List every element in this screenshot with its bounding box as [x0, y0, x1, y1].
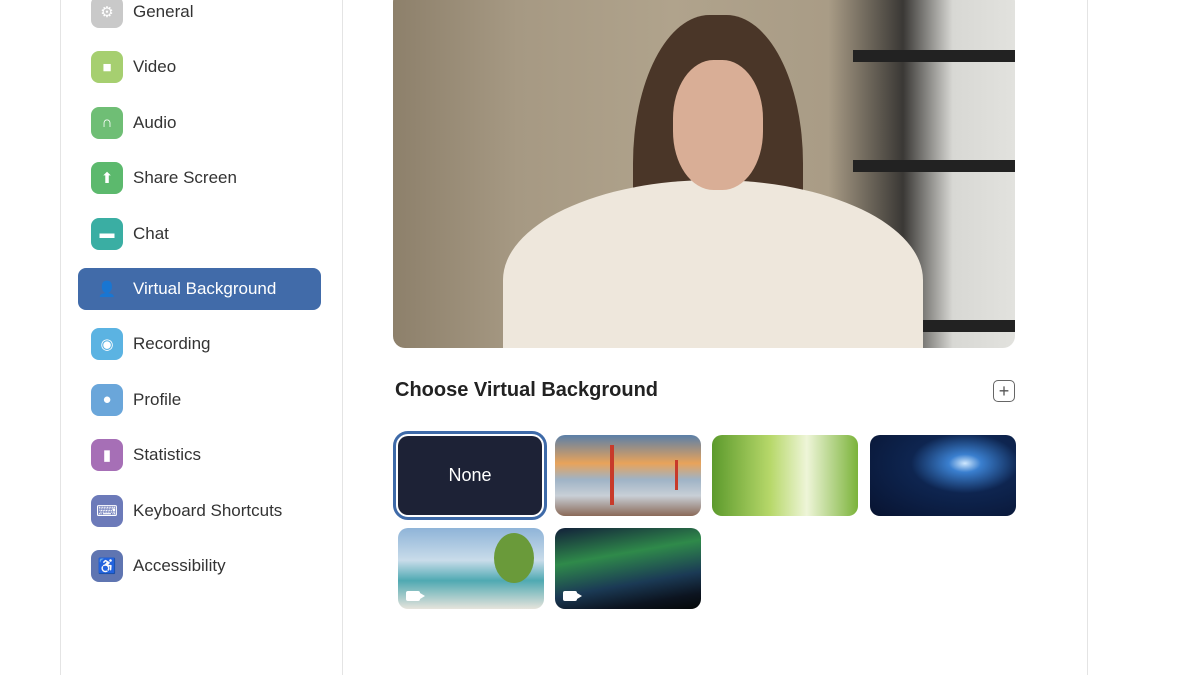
sidebar-item-virtual-background[interactable]: 👤 Virtual Background: [78, 268, 321, 310]
virtual-background-icon: 👤: [97, 281, 117, 298]
add-background-button[interactable]: +: [993, 380, 1015, 402]
keyboard-icon: ⌨: [91, 494, 123, 527]
background-aurora[interactable]: [555, 528, 701, 609]
sidebar-item-label: Chat: [133, 223, 169, 243]
video-camera-icon: ■: [91, 51, 123, 84]
sidebar-item-share-screen[interactable]: ⬆ Share Screen: [78, 157, 321, 199]
sidebar-item-label: General: [133, 2, 194, 21]
sidebar-item-label: Video: [133, 57, 177, 77]
background-grass[interactable]: [712, 435, 858, 516]
background-none-label: None: [448, 465, 492, 485]
background-beach-palm[interactable]: [398, 528, 544, 609]
video-icon: [406, 591, 425, 601]
sidebar-item-profile[interactable]: ● Profile: [78, 379, 321, 421]
person-body: [503, 180, 923, 348]
window-border: [1087, 0, 1088, 675]
chat-icon: ▬: [91, 217, 123, 250]
camera-preview: [393, 0, 1015, 348]
sidebar-item-label: Share Screen: [133, 168, 237, 188]
person-face: [673, 60, 763, 190]
video-icon: [563, 591, 582, 601]
sidebar-item-label: Statistics: [133, 445, 202, 465]
share-screen-icon: ⬆: [91, 162, 123, 195]
headphones-icon: ∩: [91, 106, 123, 139]
sidebar-item-audio[interactable]: ∩ Audio: [78, 102, 321, 144]
plus-icon: +: [998, 381, 1010, 401]
section-title: Choose Virtual Background: [395, 379, 659, 401]
sidebar-item-chat[interactable]: ▬ Chat: [78, 213, 321, 255]
accessibility-icon: ♿: [91, 550, 123, 582]
profile-icon: ●: [91, 383, 123, 416]
background-none[interactable]: None: [393, 431, 547, 520]
sidebar-item-accessibility[interactable]: ♿ Accessibility: [78, 545, 321, 587]
statistics-icon: ▮: [91, 439, 123, 472]
sidebar-item-label: Recording: [133, 334, 211, 354]
gear-icon: ⚙: [91, 0, 123, 28]
sidebar-item-keyboard-shortcuts[interactable]: ⌨ Keyboard Shortcuts: [78, 490, 321, 532]
sidebar-item-label: Profile: [133, 389, 182, 409]
sidebar-item-video[interactable]: ■ Video: [78, 46, 321, 88]
sidebar-item-label: Virtual Background: [133, 279, 277, 298]
sidebar-border: [60, 0, 61, 675]
shelf: [853, 50, 1015, 62]
shelf: [853, 160, 1015, 172]
sidebar-item-statistics[interactable]: ▮ Statistics: [78, 434, 321, 476]
sidebar-item-label: Audio: [133, 112, 177, 132]
sidebar-item-label: Accessibility: [133, 556, 226, 575]
background-earth-from-space[interactable]: [870, 435, 1016, 516]
sidebar-item-recording[interactable]: ◉ Recording: [78, 323, 321, 365]
background-golden-gate-bridge[interactable]: [555, 435, 701, 516]
recording-icon: ◉: [91, 328, 123, 361]
sidebar-item-label: Keyboard Shortcuts: [133, 500, 283, 520]
sidebar-item-general[interactable]: ⚙ General: [78, 0, 321, 33]
sidebar-divider: [342, 0, 343, 675]
